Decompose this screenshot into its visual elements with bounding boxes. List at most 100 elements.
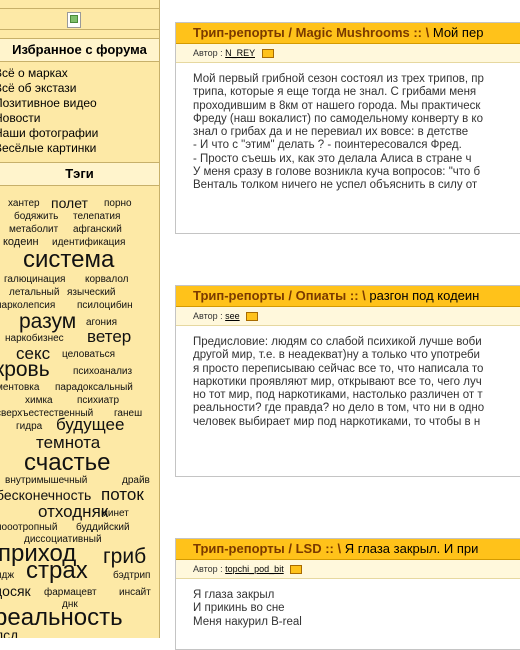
tag-link[interactable]: полет: [51, 196, 88, 210]
post-meta: Автор : N_REY: [176, 44, 520, 63]
tag-link[interactable]: ндж: [0, 571, 14, 581]
tag-link[interactable]: гидра: [16, 422, 42, 432]
post-body: Мой первый грибной сезон состоял из трех…: [176, 63, 520, 193]
tag-link[interactable]: будущее: [56, 416, 124, 433]
post-title-link[interactable]: Я глаза закрыл. И при: [345, 541, 479, 556]
post-meta: Автор : see: [176, 307, 520, 326]
envelope-icon[interactable]: [261, 49, 274, 59]
favorites-heading: Избранное с форума: [0, 38, 159, 62]
tag-link[interactable]: внутримышечный: [5, 476, 87, 486]
broken-image-icon[interactable]: [67, 12, 81, 28]
logo-box: [0, 8, 159, 30]
post-line: У меня сразу в голове возникла куча вопр…: [193, 166, 481, 179]
post-line: реальности? где правда? но дело в том, ч…: [193, 402, 485, 415]
tag-link[interactable]: парадоксальный: [55, 383, 133, 393]
tag-link[interactable]: психиатр: [77, 396, 119, 406]
post-card: Трип-репорты / Magic Mushrooms :: \ Мой …: [175, 22, 520, 234]
tag-link[interactable]: страх: [26, 559, 88, 583]
envelope-icon[interactable]: [246, 312, 259, 322]
post-line: человек выбирает мир под наркотиками, то…: [193, 415, 481, 428]
tag-link[interactable]: телепатия: [73, 212, 120, 222]
tag-link[interactable]: бесконечность: [0, 488, 91, 502]
tag-link[interactable]: афганский: [73, 225, 122, 235]
post-line: я просто переписываю сейчас все то, что …: [193, 362, 484, 375]
tag-link[interactable]: корвалол: [85, 275, 129, 285]
favorites-item[interactable]: Новости: [0, 111, 98, 126]
post-subcategory-link[interactable]: Опиаты: [296, 288, 347, 303]
post-line: Мой первый грибной сезон состоял из трех…: [193, 73, 484, 85]
post-line: Фреду (наш вокалист) по самодельному кон…: [193, 112, 483, 125]
post-line: другой мир, т.е. в неадекват)ну а только…: [193, 349, 480, 362]
tag-link[interactable]: реальность: [0, 606, 123, 630]
tag-link[interactable]: целоваться: [62, 350, 115, 360]
favorites-item[interactable]: Позитивное видео: [0, 96, 98, 111]
tag-link[interactable]: фармацевт: [44, 588, 97, 598]
tag-link[interactable]: галюцинация: [4, 275, 65, 285]
post-category-link[interactable]: Трип-репорты: [193, 25, 285, 40]
favorites-item[interactable]: Всё об экстази: [0, 81, 98, 96]
post-line: знал о грибах да и не перевиал их вовсе:…: [193, 126, 469, 139]
tag-link[interactable]: психоанализ: [73, 367, 132, 377]
post-line: наркотики проявляют мир, открывают все т…: [193, 375, 482, 388]
tag-link[interactable]: буддийский: [76, 523, 130, 533]
post-title-link[interactable]: разгон под кодеин: [369, 288, 479, 303]
post-line: Венталь толком ничего не успел объяснить…: [193, 179, 478, 192]
tag-link[interactable]: поток: [101, 486, 144, 503]
favorites-item[interactable]: Наши фотографии: [0, 126, 98, 141]
post-line: Я глаза закрыл: [193, 589, 275, 601]
post-title-link[interactable]: Мой пер: [433, 25, 484, 40]
post-subcategory-link[interactable]: LSD: [296, 541, 322, 556]
tag-link[interactable]: гриб: [103, 546, 146, 567]
tag-link[interactable]: бэдтрип: [113, 571, 150, 581]
post-subcategory-link[interactable]: Magic Mushrooms: [296, 25, 410, 40]
post-body: Я глаза закрыл И прикинь во сне Меня нак…: [176, 579, 520, 629]
tag-link[interactable]: порно: [104, 199, 132, 209]
tag-link[interactable]: нооотропный: [0, 523, 57, 533]
post-meta: Автор : topchi_pod_bit: [176, 560, 520, 579]
post-line: но тот мир, под наркотиками, настолько р…: [193, 389, 483, 402]
tag-link[interactable]: летальный: [9, 288, 59, 298]
post-card: Трип-репорты / Опиаты :: \ разгон под ко…: [175, 285, 520, 477]
post-line: Меня накурил B-real: [193, 615, 302, 628]
post-category-link[interactable]: Трип-репорты: [193, 541, 285, 556]
post-header: Трип-репорты / Опиаты :: \ разгон под ко…: [176, 286, 520, 307]
tag-link[interactable]: хантер: [8, 199, 40, 209]
post-line: Предисловие: людям со слабой психикой лу…: [193, 336, 482, 348]
tag-link[interactable]: наркобизнес: [5, 334, 64, 344]
post-category-link[interactable]: Трип-репорты: [193, 288, 285, 303]
tag-link[interactable]: лсд: [0, 628, 18, 638]
tag-link[interactable]: метаболит: [9, 225, 58, 235]
post-card: Трип-репорты / LSD :: \ Я глаза закрыл. …: [175, 538, 520, 650]
tag-link[interactable]: бодяжить: [14, 212, 58, 222]
author-link[interactable]: topchi_pod_bit: [225, 564, 284, 574]
author-prefix: Автор :: [193, 564, 223, 574]
post-header: Трип-репорты / Magic Mushrooms :: \ Мой …: [176, 23, 520, 44]
tags-heading: Тэги: [0, 162, 159, 186]
author-link[interactable]: N_REY: [225, 48, 255, 58]
author-link[interactable]: see: [225, 311, 240, 321]
favorites-item[interactable]: Всё о марках: [0, 66, 98, 81]
tag-link[interactable]: счастье: [24, 451, 110, 475]
tag-link[interactable]: отходняк: [38, 503, 108, 520]
tag-cloud: хантер полет порно бодяжить телепатия ме…: [0, 196, 159, 638]
post-line: - Просто съешь их, как это делала Алиса …: [193, 152, 472, 165]
tag-link[interactable]: система: [23, 248, 114, 272]
post-line: И прикинь во сне: [193, 602, 285, 615]
tag-link[interactable]: инсайт: [119, 588, 151, 598]
favorites-item[interactable]: Весёлые картинки: [0, 141, 98, 156]
post-header: Трип-репорты / LSD :: \ Я глаза закрыл. …: [176, 539, 520, 560]
tag-link[interactable]: ментовка: [0, 383, 39, 393]
tag-link[interactable]: досяк: [0, 584, 31, 598]
favorites-list: Всё о марках Всё об экстази Позитивное в…: [0, 66, 98, 156]
tag-link[interactable]: ветер: [87, 328, 131, 345]
tag-link[interactable]: разум: [19, 311, 76, 332]
tag-link[interactable]: химка: [25, 396, 53, 406]
tag-link[interactable]: языческий: [67, 288, 116, 298]
envelope-icon[interactable]: [290, 565, 303, 575]
tag-link[interactable]: кровь: [0, 359, 50, 380]
post-line: - И что с "этим" делать ? - поинтересова…: [193, 139, 462, 152]
tag-link[interactable]: минет: [101, 509, 129, 519]
sidebar: Избранное с форума Всё о марках Всё об э…: [0, 0, 160, 638]
author-prefix: Автор :: [193, 48, 223, 58]
tag-link[interactable]: псилоцибин: [77, 301, 133, 311]
